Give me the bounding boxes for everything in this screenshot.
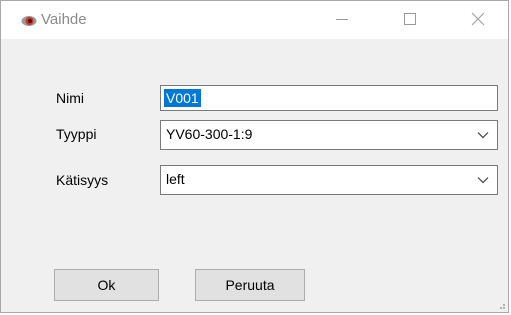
minimize-button[interactable] (319, 1, 365, 37)
resize-grip-icon[interactable] (496, 300, 506, 310)
window-title: Vaihde (41, 11, 87, 28)
tyyppi-label: Tyyppi (56, 126, 97, 142)
maximize-icon (404, 13, 416, 25)
close-icon (471, 12, 485, 26)
nimi-input-value: V001 (164, 89, 201, 107)
tyyppi-select-value: YV60-300-1:9 (166, 126, 253, 142)
maximize-button[interactable] (387, 1, 433, 37)
close-button[interactable] (455, 1, 501, 37)
dialog-window: Vaihde Nimi V001 Tyyppi YV60-300-1:9 Kät… (0, 0, 509, 313)
title-bar[interactable]: Vaihde (1, 1, 508, 39)
eye-icon (21, 14, 37, 26)
katisyys-select[interactable]: left (160, 165, 498, 195)
cancel-button[interactable]: Peruuta (195, 269, 305, 301)
tyyppi-select[interactable]: YV60-300-1:9 (160, 120, 498, 150)
minimize-icon (336, 19, 348, 20)
chevron-down-icon[interactable] (477, 176, 489, 184)
ok-button[interactable]: Ok (54, 269, 159, 301)
nimi-label: Nimi (56, 90, 84, 106)
katisyys-select-value: left (166, 171, 185, 187)
nimi-input[interactable]: V001 (160, 85, 498, 111)
chevron-down-icon[interactable] (477, 131, 489, 139)
katisyys-label: Kätisyys (56, 172, 109, 188)
